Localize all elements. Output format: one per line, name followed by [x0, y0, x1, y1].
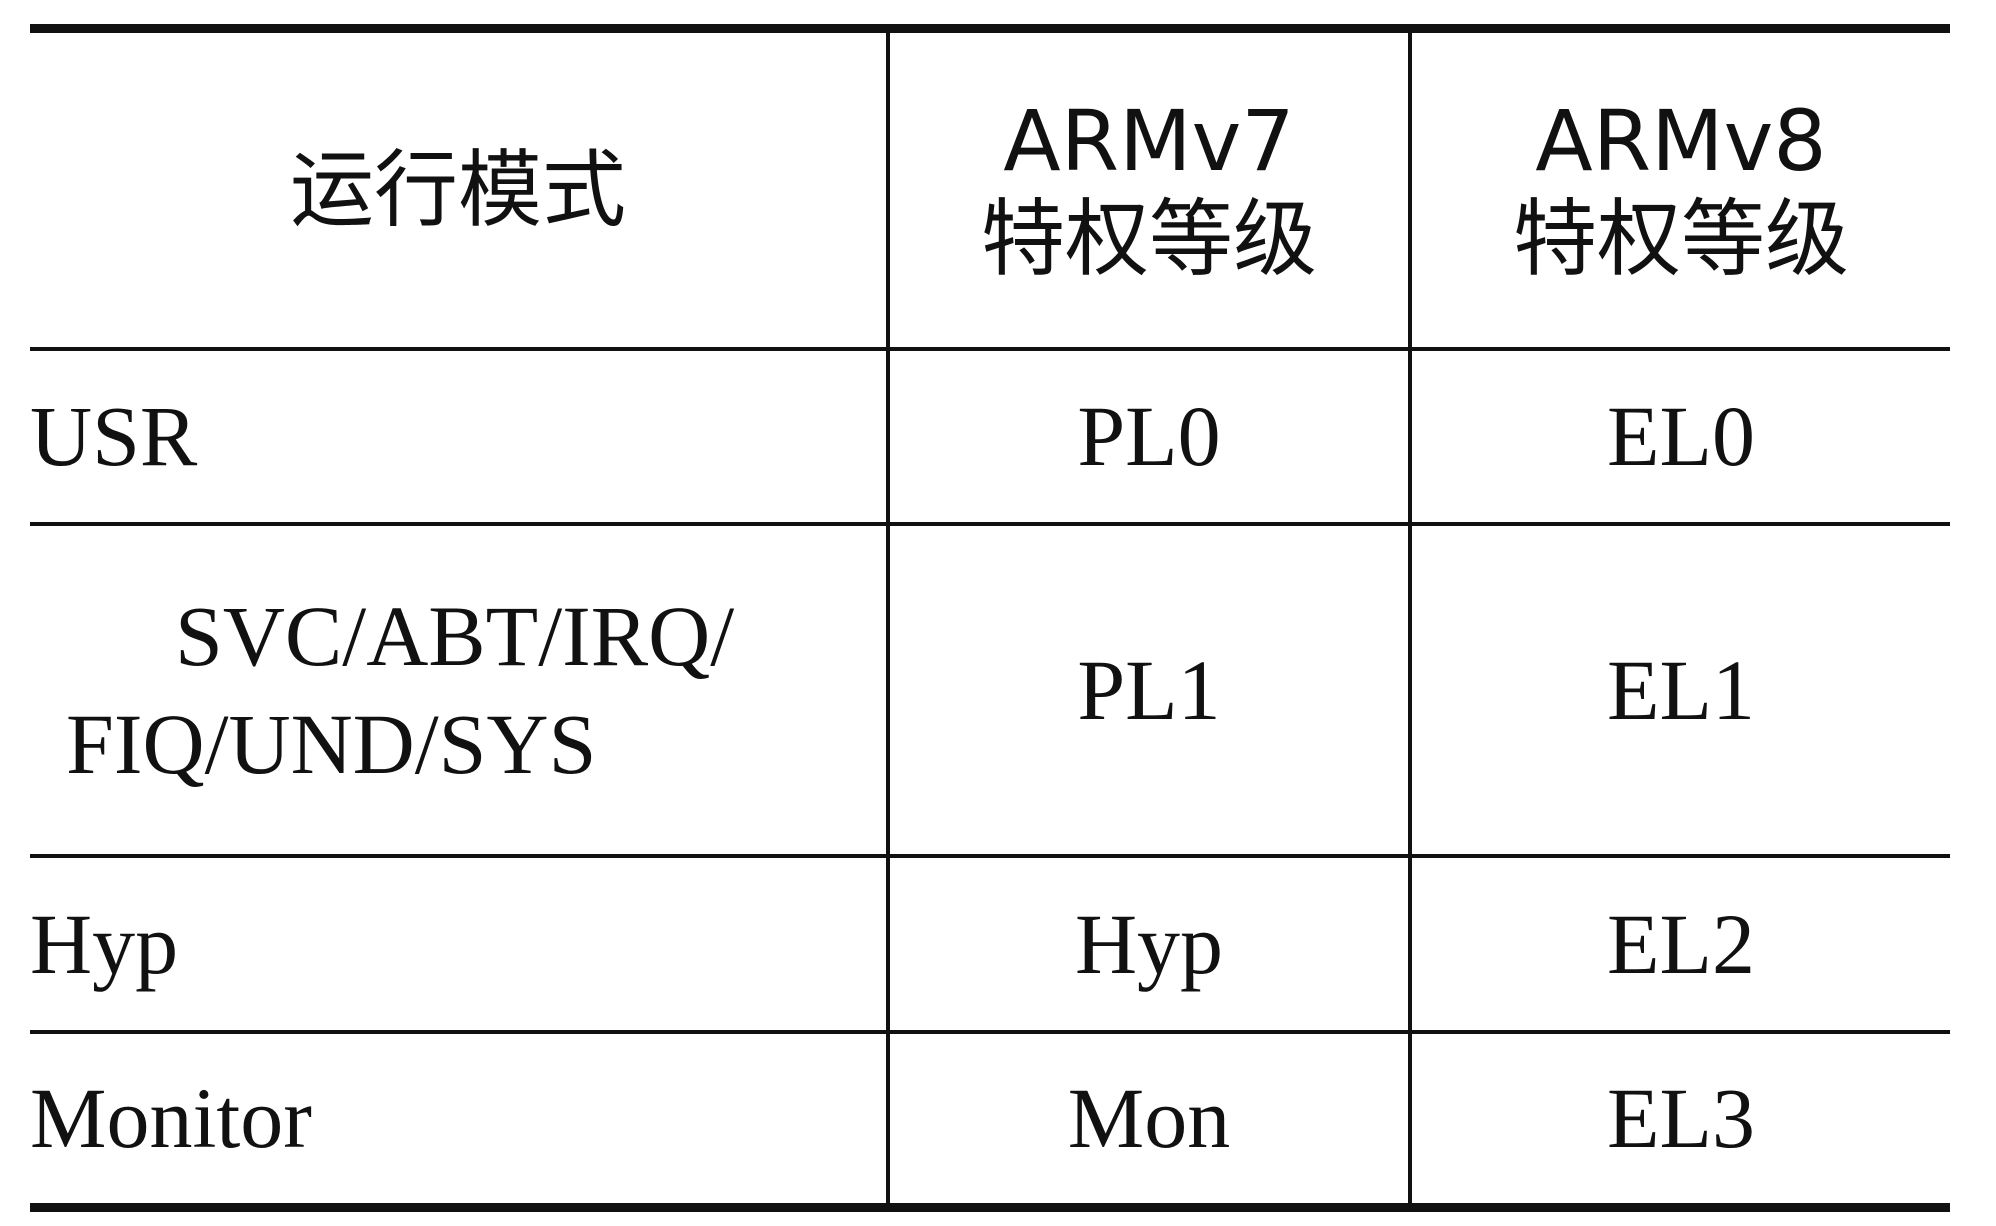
header-armv8-sublabel: 特权等级 [1512, 189, 1849, 288]
header-run-mode-label: 运行模式 [289, 140, 626, 239]
mode-cell: SVC/ABT/IRQ/ FIQ/UND/SYS [30, 524, 888, 855]
armv7-level-cell: Mon [886, 1031, 1410, 1208]
header-armv8-label: ARMv8 [1535, 91, 1827, 190]
armv7-level-cell: PL0 [886, 348, 1410, 525]
armv8-level-cell: EL3 [1408, 1031, 1950, 1208]
table-row: Hyp Hyp EL2 [30, 855, 1950, 1032]
armv8-level-cell: EL0 [1408, 348, 1950, 525]
mode-cell: Hyp [30, 895, 179, 992]
header-armv7-sublabel: 特权等级 [980, 189, 1317, 288]
table-row: SVC/ABT/IRQ/ FIQ/UND/SYS PL1 EL1 [30, 524, 1950, 856]
header-run-mode: 运行模式 [30, 29, 888, 349]
mode-cell: USR [30, 388, 198, 485]
armv8-level-cell: EL2 [1408, 855, 1950, 1032]
privilege-level-table: 运行模式 ARMv7 特权等级 ARMv8 特权等级 USR PL0 EL0 S… [30, 24, 1950, 1212]
armv7-level-cell: Hyp [886, 855, 1410, 1032]
table-header-row: 运行模式 ARMv7 特权等级 ARMv8 特权等级 [30, 28, 1950, 349]
table-row: Monitor Mon EL3 [30, 1031, 1950, 1208]
table-row: USR PL0 EL0 [30, 348, 1950, 525]
mode-cell-line-1: SVC/ABT/IRQ/ [175, 588, 735, 685]
armv8-level-cell: EL1 [1408, 524, 1950, 856]
mode-cell-line-2: FIQ/UND/SYS [66, 696, 597, 793]
header-armv7-label: ARMv7 [1003, 91, 1295, 190]
header-armv8-privilege: ARMv8 特权等级 [1408, 28, 1950, 349]
mode-cell: Monitor [30, 1070, 312, 1167]
header-armv7-privilege: ARMv7 特权等级 [886, 28, 1410, 349]
privilege-table-container: 运行模式 ARMv7 特权等级 ARMv8 特权等级 USR PL0 EL0 S… [30, 24, 1950, 1212]
armv7-level-cell: PL1 [886, 524, 1410, 856]
